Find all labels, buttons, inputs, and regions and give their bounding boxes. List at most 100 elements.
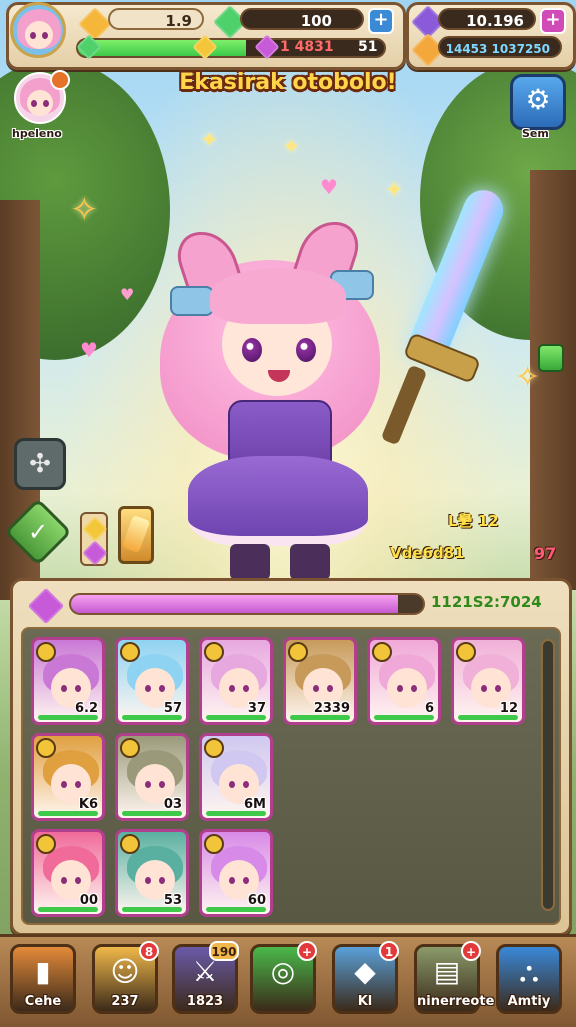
xp-track	[76, 38, 386, 58]
sparkle-icon: ✧	[70, 190, 99, 230]
nav-button-quest[interactable]: ▤ ninerreote +	[414, 941, 495, 1014]
settings-label: Sem	[522, 127, 549, 140]
level-display: 1.9	[108, 8, 204, 30]
card-eye	[75, 781, 81, 788]
scrollbar-track[interactable]	[541, 639, 555, 911]
nav-label: ninerreote	[417, 994, 495, 1009]
stat-row-2: Vde6d81	[390, 544, 465, 562]
element-icon	[288, 642, 308, 662]
card-eye	[75, 685, 81, 692]
nav-button-weapon[interactable]: ⚔ 1823 190	[172, 941, 239, 1014]
experience-track	[69, 593, 425, 615]
character-card[interactable]: 6.2	[31, 637, 105, 725]
hero-character[interactable]	[150, 212, 410, 580]
character-card[interactable]: K6	[31, 733, 105, 821]
settings-button[interactable]: ⚙	[510, 74, 566, 130]
card-value: 03	[163, 797, 182, 812]
card-eye	[411, 685, 417, 692]
element-icon	[456, 642, 476, 662]
card-value: 12	[499, 701, 518, 716]
character-card[interactable]: 6	[367, 637, 441, 725]
dpad-button[interactable]: ✣	[14, 438, 66, 490]
side-green-button[interactable]	[538, 344, 564, 372]
character-card[interactable]: 12	[451, 637, 525, 725]
nav-button-swirl[interactable]: ◎ +	[250, 941, 317, 1014]
card-eye	[159, 877, 165, 884]
sparkle-icon: ✦	[200, 128, 219, 153]
nav-button-map[interactable]: ⛬ Amtiy	[496, 944, 562, 1014]
hero-bow-left	[170, 286, 214, 316]
hero-skirt	[188, 456, 368, 546]
nav-button-crystal[interactable]: ◆ Kl 1	[332, 941, 399, 1014]
card-value: 6	[424, 701, 434, 716]
element-icon	[120, 642, 140, 662]
sword-weapon	[380, 184, 515, 465]
character-card[interactable]: 2339	[283, 637, 357, 725]
coin-display: 14453 1037250	[438, 36, 562, 58]
nav-button-character[interactable]: ☺ 237 8	[92, 941, 159, 1014]
item-slot[interactable]	[118, 506, 154, 564]
card-eye	[61, 685, 67, 692]
element-icon	[204, 642, 224, 662]
checkmark-icon: ✓	[27, 518, 49, 546]
character-card[interactable]: 53	[115, 829, 189, 917]
card-eye	[229, 877, 235, 884]
character-card[interactable]: 60	[199, 829, 273, 917]
profile-name: hpeleno	[12, 127, 62, 140]
element-icon	[36, 642, 56, 662]
character-card[interactable]: 00	[31, 829, 105, 917]
card-eye	[327, 685, 333, 692]
element-icon	[36, 834, 56, 854]
card-value: 6M	[244, 797, 266, 812]
xp-label: 1 4831	[280, 39, 334, 55]
hero-bangs	[210, 268, 346, 324]
add-energy-button[interactable]: +	[368, 8, 394, 34]
card-eye	[495, 685, 501, 692]
notification-badge: +	[297, 941, 317, 961]
card-eye	[145, 685, 151, 692]
diamond-icon	[27, 587, 65, 625]
card-value: K6	[78, 797, 98, 812]
experience-value: 1121S2:7024	[431, 593, 542, 611]
nav-label: Cehe	[24, 994, 62, 1009]
card-eye	[243, 877, 249, 884]
card-value: 6.2	[74, 701, 98, 716]
element-icon	[204, 738, 224, 758]
card-value: 60	[247, 893, 266, 908]
buff-slot[interactable]	[80, 512, 108, 566]
nav-button-book[interactable]: ▮ Cehe	[10, 944, 76, 1014]
notification-badge	[50, 70, 70, 90]
hero-boot-left	[230, 544, 270, 580]
card-eye	[481, 685, 487, 692]
card-value: 2339	[313, 701, 350, 716]
notification-badge: 190	[209, 941, 239, 961]
card-eye	[75, 877, 81, 884]
dpad-icon: ✣	[29, 449, 51, 479]
event-title: Ekasirak otobolo!	[179, 70, 397, 95]
hero-eye-left	[242, 338, 262, 362]
character-card[interactable]: 37	[199, 637, 273, 725]
character-card[interactable]: 6M	[199, 733, 273, 821]
notification-badge: 8	[139, 941, 159, 961]
card-face	[387, 668, 427, 708]
heart-icon: ♥	[320, 175, 338, 199]
card-eye	[243, 685, 249, 692]
character-card[interactable]: 03	[115, 733, 189, 821]
inventory-panel: 1121S2:7024 6.2 57 37 2339 6 12 K6 03 6M 00 53 60	[10, 578, 572, 936]
card-value: 37	[247, 701, 266, 716]
map-icon: ⛬	[519, 955, 539, 988]
player-avatar[interactable]	[10, 2, 66, 58]
element-icon	[204, 834, 224, 854]
card-value: 53	[163, 893, 182, 908]
gear-icon: ⚙	[525, 83, 551, 116]
heart-icon: ♥	[120, 285, 135, 304]
character-card[interactable]: 57	[115, 637, 189, 725]
heart-gem-icon	[82, 540, 108, 566]
hero-boot-right	[290, 544, 330, 580]
element-icon	[120, 738, 140, 758]
energy-display: 100	[240, 8, 364, 30]
element-icon	[372, 642, 392, 662]
add-gem-button[interactable]: +	[540, 8, 566, 34]
element-icon	[36, 738, 56, 758]
hero-eye-right	[296, 338, 316, 362]
